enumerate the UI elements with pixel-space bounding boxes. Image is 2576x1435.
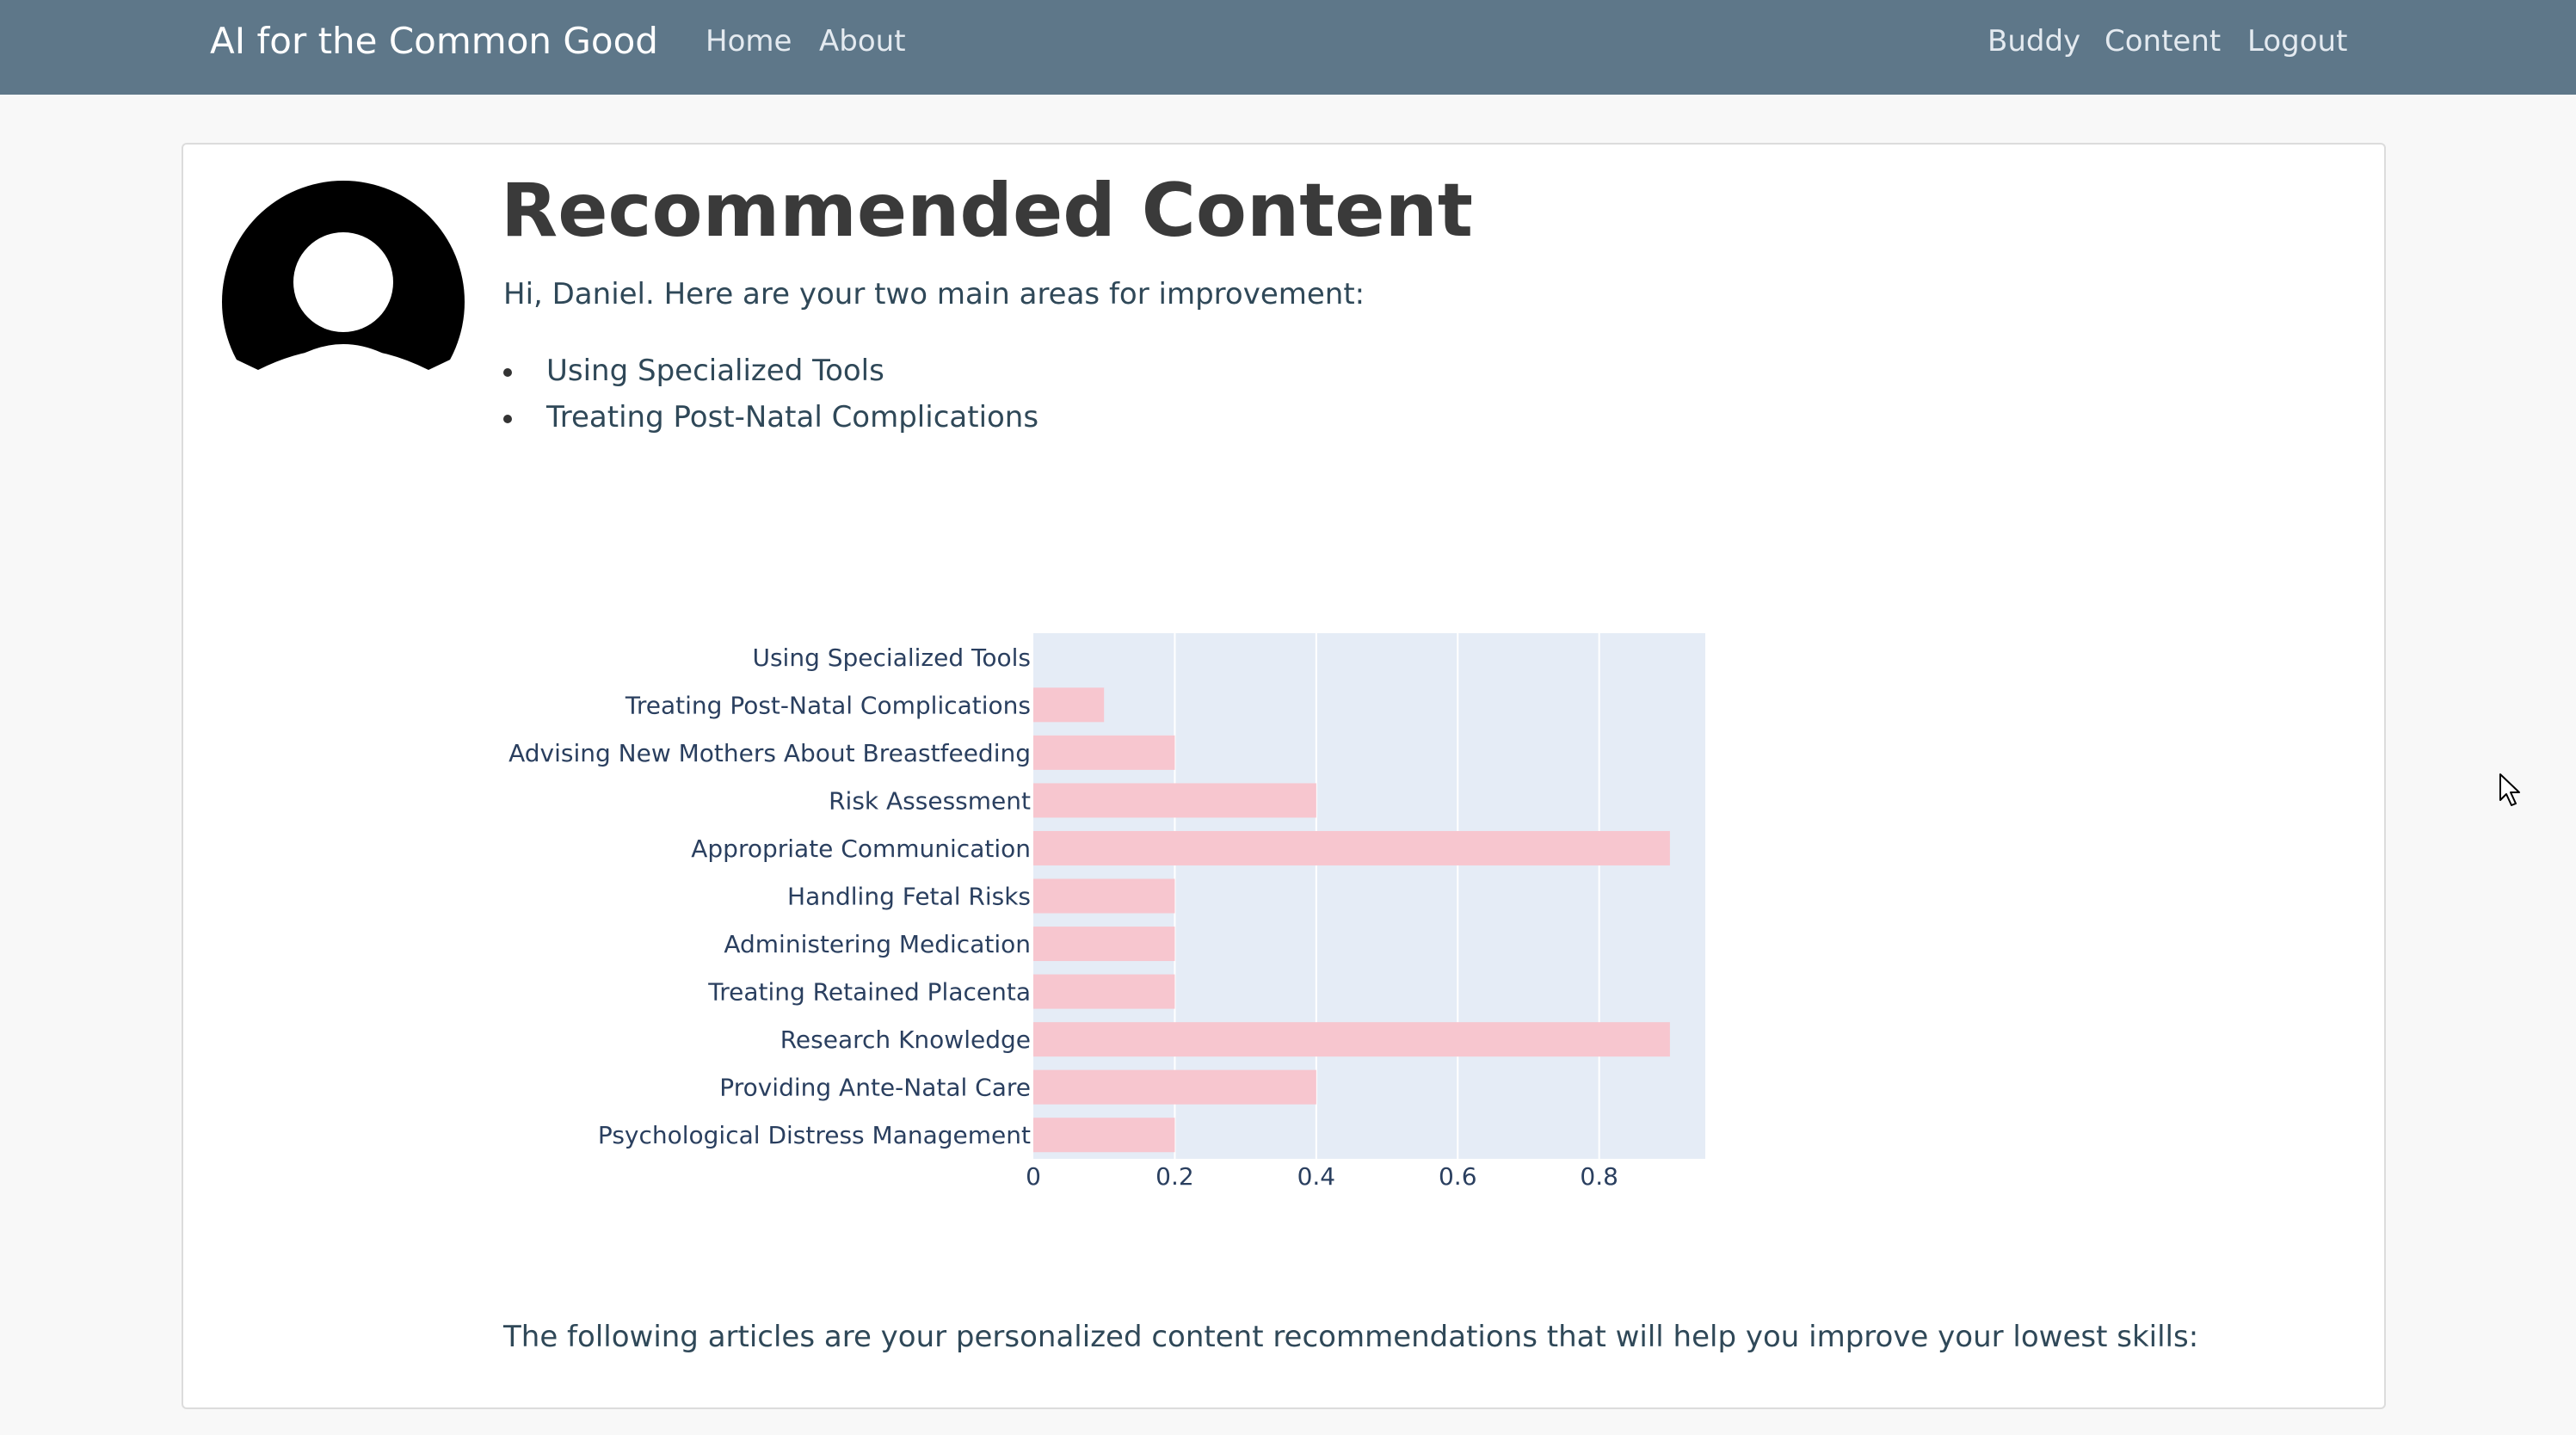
top-navbar: AI for the Common Good Home About Buddy … <box>0 0 2576 95</box>
user-avatar-icon <box>222 181 465 379</box>
improvement-area-item: Using Specialized Tools <box>503 348 1038 394</box>
improvement-areas-list: Using Specialized Tools Treating Post-Na… <box>503 348 1038 440</box>
nav-home-link[interactable]: Home <box>706 21 792 62</box>
improvement-area-item: Treating Post-Natal Complications <box>503 394 1038 440</box>
nav-about-link[interactable]: About <box>819 21 906 62</box>
recommendations-intro-text: The following articles are your personal… <box>503 1320 2199 1354</box>
intro-text: Hi, Daniel. Here are your two main areas… <box>503 277 1365 311</box>
page-title: Recommended Content <box>501 168 1473 254</box>
brand-link[interactable]: AI for the Common Good <box>210 17 658 65</box>
content-card <box>182 143 2386 1409</box>
nav-logout-link[interactable]: Logout <box>2247 21 2347 62</box>
nav-content-link[interactable]: Content <box>2105 21 2221 62</box>
nav-buddy-link[interactable]: Buddy <box>1987 21 2080 62</box>
mouse-pointer-icon <box>2499 773 2520 806</box>
